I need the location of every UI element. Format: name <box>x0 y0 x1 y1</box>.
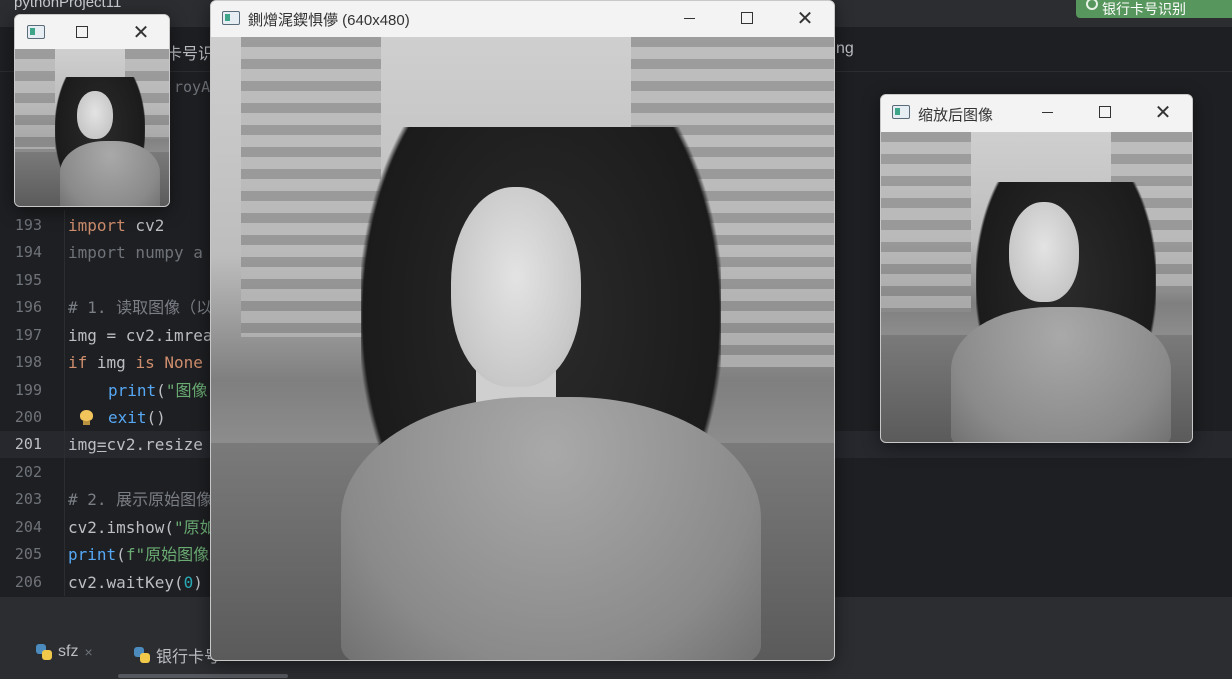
maximize-button[interactable] <box>59 15 105 49</box>
python-icon <box>134 647 150 663</box>
code-line-197: img = cv2.imrea <box>68 326 213 345</box>
code-text: cv2.imshow( <box>68 518 174 537</box>
code-line-198: if img is None <box>68 349 203 376</box>
code-text: cv2.waitKey( <box>68 573 184 592</box>
line-number: 197 <box>14 326 42 344</box>
code-line-206: cv2.waitKey(0) <box>68 569 203 596</box>
resized-image-window[interactable]: 缩放后图像 ✕ <box>880 94 1193 443</box>
run-configuration-label: 银行卡号识别 <box>1102 1 1186 17</box>
line-number: 204 <box>14 518 42 536</box>
code-text: cv2 <box>125 216 165 235</box>
code-line-196: # 1. 读取图像（以 <box>68 298 213 317</box>
code-line-193: import cv2 <box>68 212 164 239</box>
line-number: 203 <box>14 490 42 508</box>
original-image-window[interactable]: 鍘熷浘鍥惧儚 (640x480) ✕ <box>210 0 835 661</box>
code-line-194: import numpy a <box>68 243 203 262</box>
breadcrumb: royA <box>174 78 211 96</box>
line-number: 200 <box>14 408 42 426</box>
maximize-button[interactable] <box>1082 95 1128 129</box>
line-number: 202 <box>14 463 42 481</box>
code-text: = <box>96 435 107 454</box>
minimize-button[interactable] <box>1024 95 1070 129</box>
grayscale-portrait-image <box>881 132 1192 442</box>
window-titlebar[interactable]: 鍘熷浘鍥惧儚 (640x480) ✕ <box>211 1 834 35</box>
code-text: cv2.resize <box>106 435 203 454</box>
line-number: 196 <box>14 298 42 316</box>
horizontal-scrollbar[interactable] <box>118 674 288 678</box>
window-titlebar[interactable]: 缩放后图像 ✕ <box>881 95 1192 129</box>
code-line-204: cv2.imshow("原如 <box>68 514 216 541</box>
function-name: print <box>108 381 157 400</box>
code-line-205: print(f"原始图像 <box>68 541 209 568</box>
line-number: 194 <box>14 243 42 261</box>
grayscale-portrait-image <box>15 49 169 206</box>
line-number: 206 <box>14 573 42 591</box>
line-number: 198 <box>14 353 42 371</box>
line-number: 195 <box>14 271 42 289</box>
minimize-button[interactable] <box>666 1 712 35</box>
code-text: () <box>146 408 166 427</box>
code-line-199: print("图像 <box>108 377 207 404</box>
string-literal: "图像 <box>165 381 208 400</box>
window-title: 缩放后图像 <box>918 107 994 124</box>
function-name: print <box>68 545 117 564</box>
function-name: exit <box>108 408 147 427</box>
line-number: 193 <box>14 216 42 234</box>
run-tab-bankcard[interactable]: 银行卡号 <box>134 643 220 667</box>
editor-tab-card[interactable]: 卡号识 <box>166 40 214 64</box>
line-number: 205 <box>14 545 42 563</box>
app-window-icon <box>892 105 910 119</box>
python-icon <box>36 644 52 660</box>
code-text: ( <box>156 381 166 400</box>
string-literal: f"原始图像 <box>125 545 210 564</box>
close-button[interactable]: ✕ <box>782 1 828 35</box>
app-window-icon <box>222 11 240 25</box>
app-window-icon <box>27 25 45 39</box>
code-text: img <box>87 353 136 372</box>
line-number: 199 <box>14 381 42 399</box>
window-title: 鍘熷浘鍥惧儚 (640x480) <box>248 12 410 29</box>
small-image-window[interactable]: ✕ <box>14 14 170 207</box>
keyword: if <box>68 353 88 372</box>
code-line-203: # 2. 展示原始图像 <box>68 490 213 509</box>
keyword: None <box>164 353 203 372</box>
code-text: ) <box>193 573 203 592</box>
line-number-current: 201 <box>14 435 42 453</box>
code-line-200: exit() <box>108 404 166 431</box>
code-text: img <box>68 435 97 454</box>
number-literal: 0 <box>183 573 194 592</box>
editor-tab-ng[interactable]: ng <box>836 40 854 58</box>
window-titlebar[interactable]: ✕ <box>15 15 169 49</box>
keyword: is <box>135 353 155 372</box>
close-button[interactable]: ✕ <box>118 15 164 49</box>
maximize-button[interactable] <box>724 1 770 35</box>
code-text: ( <box>116 545 126 564</box>
close-icon[interactable]: × <box>84 644 92 660</box>
run-config-icon <box>1086 0 1098 10</box>
keyword: import <box>68 216 126 235</box>
project-name[interactable]: pythonProject11 <box>14 0 121 11</box>
grayscale-portrait-image <box>211 37 834 660</box>
lightbulb-icon[interactable] <box>80 410 93 425</box>
code-line-201: img=cv2.resize <box>68 431 203 458</box>
run-tab-label: sfz <box>58 643 79 660</box>
run-configuration-button[interactable]: 银行卡号识别 <box>1076 0 1232 18</box>
run-tab-sfz[interactable]: sfz × <box>36 643 93 661</box>
gutter-separator <box>64 210 65 596</box>
close-button[interactable]: ✕ <box>1140 95 1186 129</box>
